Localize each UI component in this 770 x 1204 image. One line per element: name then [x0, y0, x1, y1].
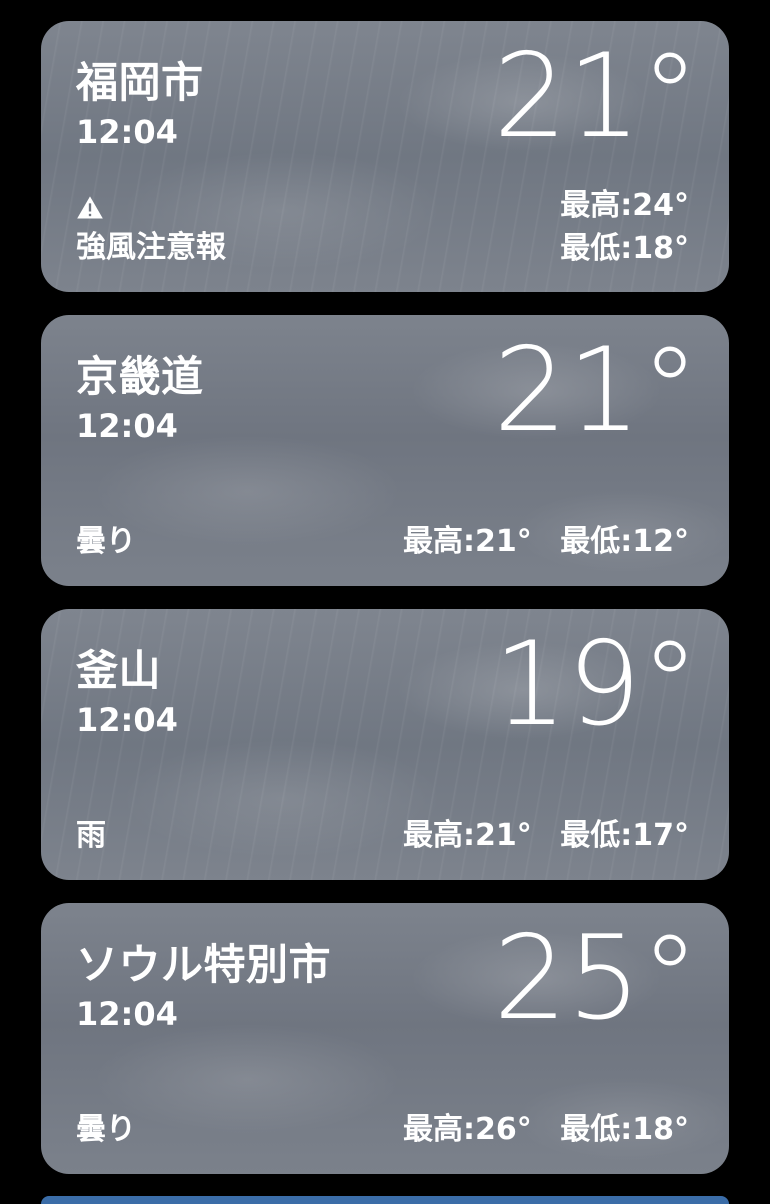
weather-card-seoul[interactable]: ソウル特別市 12:04 25° 曇り 最高:26° 最低:18° — [41, 903, 729, 1174]
low-temp: 最低:18° — [560, 231, 689, 266]
local-time: 12:04 — [76, 113, 178, 151]
current-temperature: 19° — [493, 617, 699, 752]
local-time: 12:04 — [76, 995, 178, 1033]
high-low: 最高:24° 最低:18° — [560, 184, 689, 270]
weather-card-gyeonggi[interactable]: 京畿道 12:04 21° 曇り 最高:21° 最低:12° — [41, 315, 729, 586]
current-temperature: 21° — [493, 29, 699, 164]
high-low: 最高:21° 最低:12° — [403, 516, 689, 560]
alert-text: 強風注意報 — [76, 230, 226, 265]
city-name: 京畿道 — [76, 352, 204, 401]
city-name: 福岡市 — [76, 58, 204, 107]
current-temperature: 21° — [493, 323, 699, 458]
local-time: 12:04 — [76, 701, 178, 739]
high-temp: 最高:24° — [560, 188, 689, 223]
low-temp: 最低:12° — [560, 524, 689, 559]
weather-card-busan[interactable]: 釜山 12:04 19° 雨 最高:21° 最低:17° — [41, 609, 729, 880]
low-temp: 最低:17° — [560, 818, 689, 853]
high-temp: 最高:21° — [403, 818, 532, 853]
next-weather-card-peek[interactable] — [41, 1196, 729, 1204]
high-temp: 最高:21° — [403, 524, 532, 559]
current-temperature: 25° — [493, 911, 699, 1046]
weather-alert: 強風注意報 — [76, 194, 226, 266]
city-name: ソウル特別市 — [76, 940, 332, 989]
local-time: 12:04 — [76, 407, 178, 445]
city-name: 釜山 — [76, 646, 162, 695]
condition: 雨 — [76, 818, 106, 853]
warning-triangle-icon — [77, 196, 103, 219]
high-low: 最高:21° 最低:17° — [403, 810, 689, 854]
condition: 曇り — [76, 1112, 136, 1147]
weather-card-fukuoka[interactable]: 福岡市 12:04 21° 強風注意報 最高:24° 最低:18° — [41, 21, 729, 292]
low-temp: 最低:18° — [560, 1112, 689, 1147]
high-low: 最高:26° 最低:18° — [403, 1104, 689, 1148]
condition: 曇り — [76, 524, 136, 559]
high-temp: 最高:26° — [403, 1112, 532, 1147]
